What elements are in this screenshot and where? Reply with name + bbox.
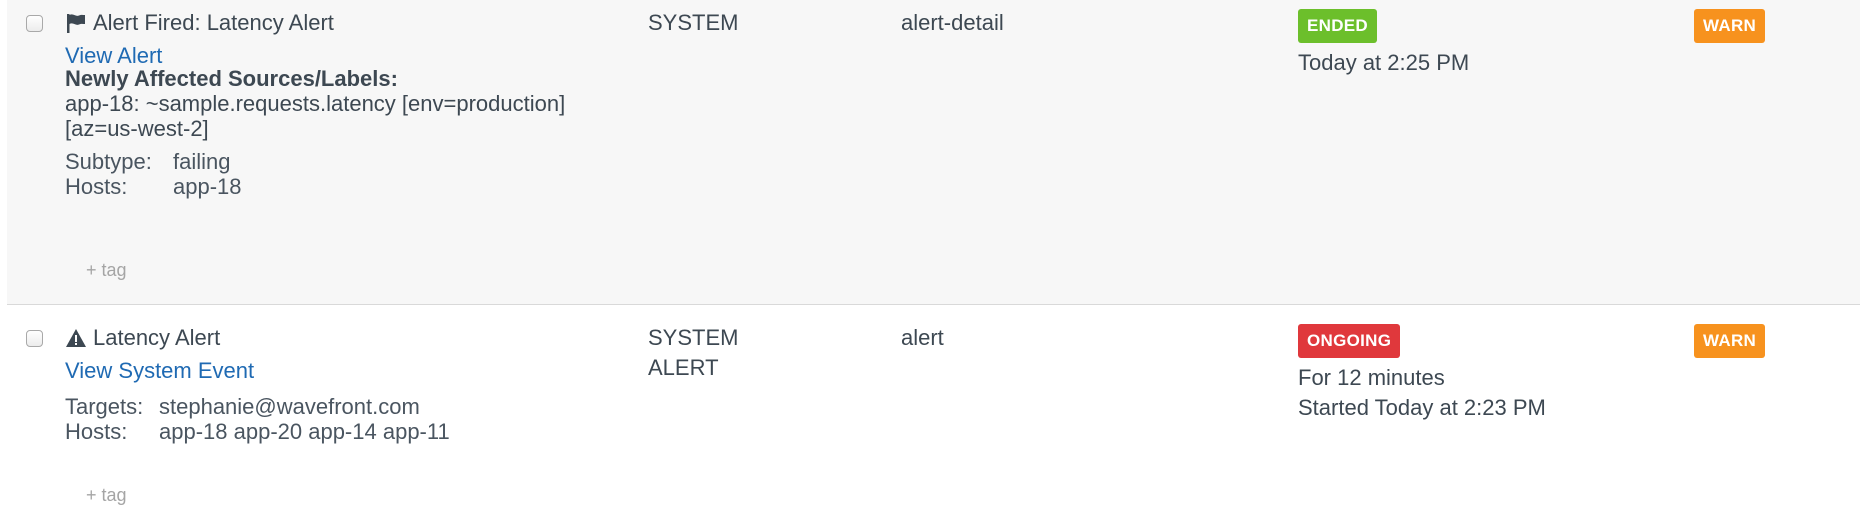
event-type: SYSTEM bbox=[648, 8, 738, 38]
event-time: Today at 2:25 PM bbox=[1298, 50, 1470, 75]
event-title-text: Alert Fired: Latency Alert bbox=[93, 10, 334, 35]
add-tag-button[interactable]: + tag bbox=[86, 485, 127, 506]
event-title-text: Latency Alert bbox=[93, 325, 221, 350]
event-list: Alert Fired: Latency Alert View Alert Ne… bbox=[0, 0, 1860, 524]
event-type-line: SYSTEM bbox=[648, 10, 739, 35]
event-checkbox[interactable] bbox=[26, 15, 43, 32]
detail-hosts: Hosts: app-18 app-20 app-14 app-11 bbox=[65, 417, 450, 447]
detail-value: app-18 app-20 app-14 app-11 bbox=[159, 419, 450, 444]
event-checkbox[interactable] bbox=[26, 330, 43, 347]
affected-source-line: [az=us-west-2] bbox=[65, 116, 209, 141]
event-time: For 12 minutes Started Today at 2:23 PM bbox=[1298, 363, 1546, 423]
status-badge: ENDED bbox=[1298, 9, 1378, 43]
detail-value: stephanie@wavefront.com bbox=[159, 394, 420, 419]
warning-icon bbox=[65, 327, 87, 349]
event-title: Latency Alert bbox=[65, 325, 220, 351]
detail-key: Hosts: bbox=[65, 419, 128, 444]
detail-value: app-18 bbox=[173, 174, 242, 199]
severity-badge: WARN bbox=[1694, 324, 1766, 358]
event-type-line: SYSTEM bbox=[648, 325, 739, 350]
event-row: Alert Fired: Latency Alert View Alert Ne… bbox=[7, 0, 1860, 305]
detail-value: failing bbox=[173, 149, 231, 174]
severity-badge: WARN bbox=[1694, 9, 1766, 43]
event-time-line: Started Today at 2:23 PM bbox=[1298, 395, 1546, 420]
event-type: SYSTEM ALERT bbox=[648, 323, 738, 383]
event-time-line: For 12 minutes bbox=[1298, 365, 1445, 390]
event-type-line: ALERT bbox=[648, 355, 719, 380]
view-system-event-link[interactable]: View System Event bbox=[65, 358, 254, 384]
detail-key: Hosts: bbox=[65, 174, 128, 199]
event-name: alert-detail bbox=[901, 10, 1004, 35]
add-tag-button[interactable]: + tag bbox=[86, 260, 127, 281]
event-name: alert bbox=[901, 325, 944, 350]
detail-hosts: Hosts: app-18 bbox=[65, 172, 242, 202]
event-row: Latency Alert View System Event Targets:… bbox=[7, 305, 1860, 524]
status-badge: ONGOING bbox=[1298, 324, 1401, 358]
flag-icon bbox=[65, 12, 87, 34]
event-title: Alert Fired: Latency Alert bbox=[65, 10, 334, 36]
